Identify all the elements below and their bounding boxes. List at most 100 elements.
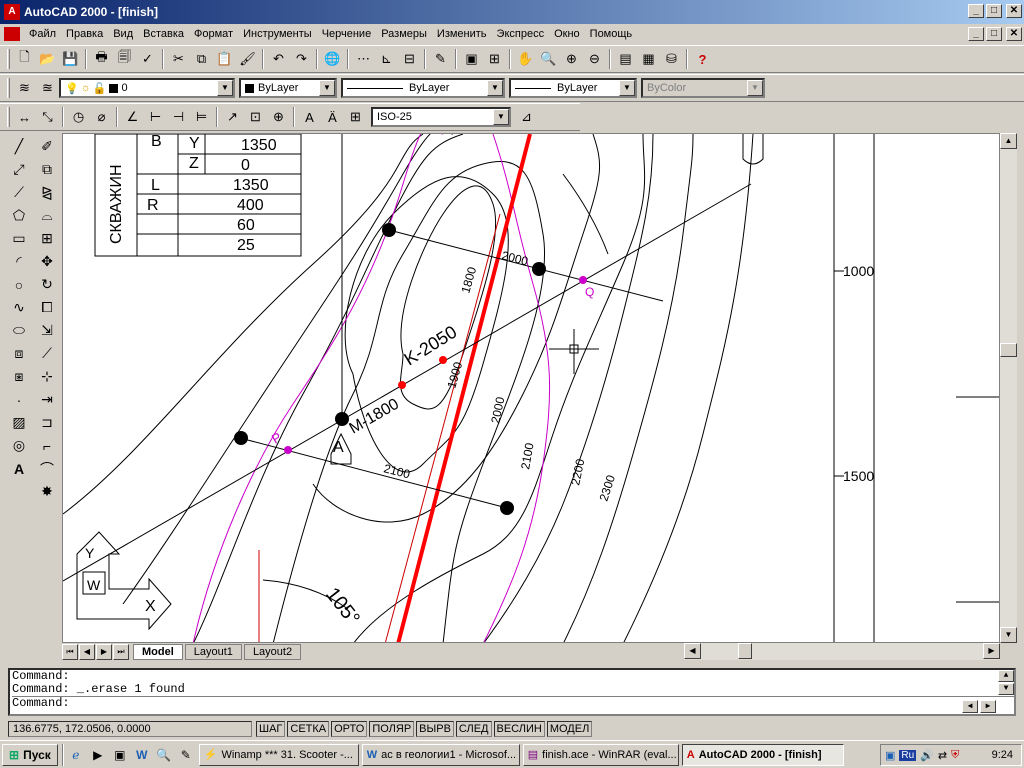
- redo-icon[interactable]: ↷: [290, 48, 313, 70]
- cmd-scroll-down-icon[interactable]: ▼: [998, 683, 1014, 695]
- scroll-thumb[interactable]: [1000, 343, 1017, 357]
- tab-layout1[interactable]: Layout1: [184, 643, 242, 660]
- magenta-point-p[interactable]: [284, 446, 292, 454]
- insert-block-icon[interactable]: ⧈: [6, 342, 32, 365]
- magenta-point-q[interactable]: [579, 276, 587, 284]
- lengthen-icon[interactable]: ⟋: [34, 342, 60, 365]
- dimension-edit-icon[interactable]: A: [298, 106, 321, 128]
- scroll-left-icon[interactable]: ◀: [684, 643, 701, 659]
- command-prompt[interactable]: Command:: [12, 696, 1014, 710]
- cut-icon[interactable]: ✂: [167, 48, 190, 70]
- lineweight-combo[interactable]: ByLayer ▼: [509, 78, 637, 98]
- menu-dimension[interactable]: Размеры: [376, 28, 432, 40]
- scroll-right-icon[interactable]: ▶: [983, 643, 1000, 659]
- radius-dimension-icon[interactable]: ◷: [67, 106, 90, 128]
- snap-toggle[interactable]: ШАГ: [256, 720, 286, 737]
- word-icon[interactable]: W: [132, 745, 152, 765]
- hyperlink-globe-icon[interactable]: 🌐: [321, 48, 344, 70]
- stretch-icon[interactable]: ⇲: [34, 319, 60, 342]
- menu-window[interactable]: Окно: [549, 28, 585, 40]
- dimension-text-edit-icon[interactable]: Ä: [321, 106, 344, 128]
- menu-edit[interactable]: Правка: [61, 28, 108, 40]
- make-object-layer-current-icon[interactable]: ≊: [36, 77, 59, 99]
- menu-tools[interactable]: Инструменты: [238, 28, 317, 40]
- tracking-icon[interactable]: ⋯: [352, 48, 375, 70]
- well-point-top[interactable]: [382, 223, 396, 237]
- chevron-down-icon[interactable]: ▼: [217, 80, 233, 96]
- trim-icon[interactable]: ⊹: [34, 365, 60, 388]
- vertical-scrollbar[interactable]: ▲ ▼: [1000, 133, 1017, 643]
- otrack-toggle[interactable]: СЛЕД: [455, 720, 492, 737]
- chevron-down-icon[interactable]: ▼: [493, 109, 509, 125]
- clock[interactable]: 9:24: [992, 749, 1021, 761]
- point-icon[interactable]: ·: [6, 388, 32, 411]
- tab-next-icon[interactable]: ▶: [96, 643, 112, 660]
- menu-express[interactable]: Экспресс: [492, 28, 550, 40]
- offset-icon[interactable]: ⌓: [34, 204, 60, 227]
- scroll-up-icon[interactable]: ▲: [1000, 133, 1017, 149]
- linetype-combo[interactable]: ByLayer ▼: [341, 78, 505, 98]
- tab-last-icon[interactable]: ⏭: [113, 643, 129, 660]
- database-icon[interactable]: ⛁: [660, 48, 683, 70]
- polygon-icon[interactable]: ⬠: [6, 204, 32, 227]
- polyline-icon[interactable]: ⟋: [6, 181, 32, 204]
- document-icon[interactable]: [4, 27, 20, 41]
- tab-prev-icon[interactable]: ◀: [79, 643, 95, 660]
- network-icon[interactable]: ⇄: [938, 749, 947, 762]
- autocad-app-icon[interactable]: A: [4, 4, 20, 20]
- doc-restore-button[interactable]: □: [986, 27, 1002, 41]
- red-point-2[interactable]: [439, 356, 447, 364]
- scale-icon[interactable]: ⧠: [34, 296, 60, 319]
- well-point-left[interactable]: [234, 431, 248, 445]
- extend-icon[interactable]: ⇥: [34, 388, 60, 411]
- dimension-style-icon[interactable]: ⊿: [515, 106, 538, 128]
- print-icon[interactable]: 🖶: [90, 48, 113, 70]
- cmd-scroll-left-icon[interactable]: ◀: [962, 700, 978, 713]
- model-toggle[interactable]: МОДЕЛ: [546, 720, 593, 737]
- diameter-dimension-icon[interactable]: ⌀: [90, 106, 113, 128]
- pencil-icon[interactable]: ✎: [429, 48, 452, 70]
- close-button[interactable]: ✕: [1006, 4, 1022, 18]
- undo-icon[interactable]: ↶: [267, 48, 290, 70]
- command-window[interactable]: Command: Command: _.erase 1 found Comman…: [8, 668, 1016, 716]
- drawing-area[interactable]: СКВАЖИН В Y 1350 Z 0 L 1350 R 400 60 25 …: [62, 133, 1000, 643]
- task-autocad[interactable]: A AutoCAD 2000 - [finish]: [681, 743, 844, 766]
- explode-icon[interactable]: ✸: [34, 480, 60, 503]
- rotate-icon[interactable]: ↻: [34, 273, 60, 296]
- construction-line-icon[interactable]: ⤢: [6, 158, 32, 181]
- save-icon[interactable]: 💾: [59, 48, 82, 70]
- doc-minimize-button[interactable]: _: [968, 27, 984, 41]
- dimension-update-icon[interactable]: ⊞: [344, 106, 367, 128]
- tolerance-icon[interactable]: ⊡: [244, 106, 267, 128]
- move-icon[interactable]: ✥: [34, 250, 60, 273]
- design-center-icon[interactable]: ▦: [637, 48, 660, 70]
- copy-object-icon[interactable]: ⧉: [34, 158, 60, 181]
- ortho-toggle[interactable]: ОРТО: [331, 720, 368, 737]
- menu-insert[interactable]: Вставка: [138, 28, 189, 40]
- match-properties-icon[interactable]: 🖌: [236, 48, 259, 70]
- well-point-bottom[interactable]: [500, 501, 514, 515]
- well-point-right[interactable]: [532, 262, 546, 276]
- snap-from-icon[interactable]: ⊟: [398, 48, 421, 70]
- center-mark-icon[interactable]: ⊕: [267, 106, 290, 128]
- hscroll-thumb[interactable]: [738, 643, 752, 659]
- ellipse-icon[interactable]: ⬭: [6, 319, 32, 342]
- spell-check-icon[interactable]: ✓: [136, 48, 159, 70]
- quick-dimension-icon[interactable]: ⊨: [190, 106, 213, 128]
- maximize-button[interactable]: □: [986, 4, 1002, 18]
- print-preview-icon[interactable]: 🗐: [113, 48, 136, 70]
- copy-icon[interactable]: ⧉: [190, 48, 213, 70]
- menu-file[interactable]: Файл: [24, 28, 61, 40]
- dimension-style-combo[interactable]: ISO-25 ▼: [371, 107, 511, 127]
- coordinate-readout[interactable]: 136.6775, 172.0506, 0.0000: [8, 720, 252, 737]
- open-folder-icon[interactable]: 📂: [36, 48, 59, 70]
- break-icon[interactable]: ⊐: [34, 411, 60, 434]
- make-block-icon[interactable]: ⧆: [6, 365, 32, 388]
- tab-layout2[interactable]: Layout2: [243, 643, 302, 660]
- desktop-icon[interactable]: ▣: [110, 745, 130, 765]
- paste-icon[interactable]: 📋: [213, 48, 236, 70]
- spline-icon[interactable]: ∿: [6, 296, 32, 319]
- tab-first-icon[interactable]: ⏮: [62, 643, 78, 660]
- chevron-down-icon[interactable]: ▼: [319, 80, 335, 96]
- array-icon[interactable]: ⊞: [34, 227, 60, 250]
